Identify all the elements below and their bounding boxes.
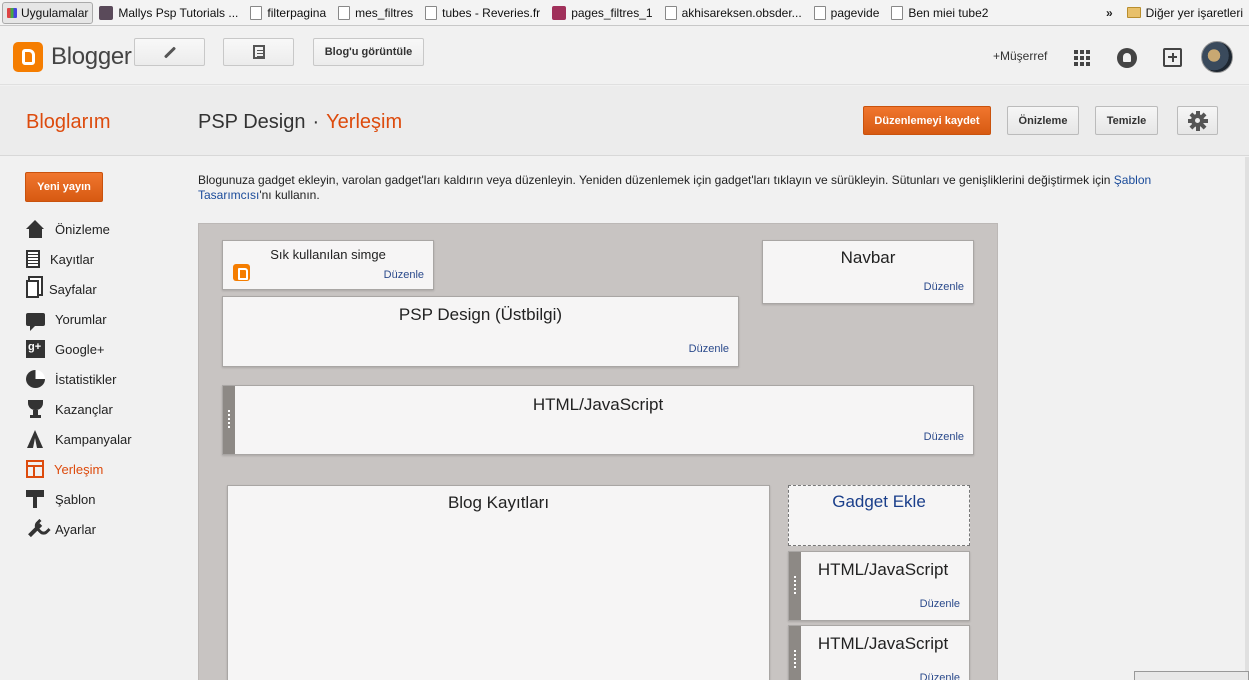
edit-link[interactable]: Düzenle [689,343,729,355]
bookmarks-bar: Uygulamalar Mallys Psp Tutorials ... fil… [0,0,1249,26]
sidebar-nav: Önizleme Kayıtlar Sayfalar Yorumlar Goog… [22,214,132,544]
gear-icon [1181,104,1214,137]
page-title: Yerleşim [326,111,403,133]
sidebar-item-campaigns[interactable]: Kampanyalar [26,424,132,454]
sidebar-item-template[interactable]: Şablon [26,484,132,514]
sidebar: Yeni yayın Önizleme Kayıtlar Sayfalar Yo… [0,157,185,680]
favicon-gadget[interactable]: Sık kullanılan simge Düzenle [222,240,434,290]
add-gadget-button[interactable]: Gadget Ekle [788,485,970,546]
bookmark-apps[interactable]: Uygulamalar [2,1,94,24]
template-icon [26,490,45,508]
apps-icon [7,7,17,18]
layout-icon [26,460,44,478]
comments-icon [26,312,45,331]
bookmark-item[interactable]: mes_filtres [332,2,419,24]
favicon-icon [552,5,567,20]
drag-handle[interactable] [223,386,235,454]
page-icon [250,5,263,20]
bookmark-item[interactable]: Mallys Psp Tutorials ... [93,2,244,24]
avatar[interactable] [1201,41,1233,73]
view-blog-button[interactable]: Blog'u görüntüle [313,38,424,66]
layout-instructions: Blogunuza gadget ekleyin, varolan gadget… [198,173,1152,202]
layout-canvas: Sık kullanılan simge Düzenle Navbar Düze… [198,223,998,680]
notifications-icon[interactable] [1117,48,1137,68]
html-javascript-gadget[interactable]: HTML/JavaScript Düzenle [222,385,974,455]
header-gadget[interactable]: PSP Design (Üstbilgi) Düzenle [222,296,739,367]
sidebar-item-overview[interactable]: Önizleme [26,214,132,244]
save-arrangement-button[interactable]: Düzenlemeyi kaydet [863,106,991,135]
user-profile-link[interactable]: +Müşerref [993,49,1047,63]
page-scrollbar[interactable] [1245,157,1249,680]
home-icon [26,220,45,238]
drag-handle[interactable] [789,552,801,620]
blogger-logo-icon[interactable] [13,42,43,72]
google-plus-icon [26,340,45,358]
campaign-icon [26,430,45,448]
posts-list-button[interactable] [223,38,294,66]
page-icon [891,5,904,20]
bookmark-item[interactable]: tubes - Reveries.fr [419,2,546,24]
sidebar-item-pages[interactable]: Sayfalar [26,274,132,304]
new-post-button[interactable]: Yeni yayın [25,172,103,202]
breadcrumb-separator: · [312,111,320,133]
bookmark-item[interactable]: filterpagina [244,2,332,24]
edit-link[interactable]: Düzenle [920,672,960,680]
page-icon [425,5,438,20]
page-icon [813,5,826,20]
html-javascript-gadget[interactable]: HTML/JavaScript Düzenle [788,551,970,621]
my-blogs-link[interactable]: Bloglarım [26,111,110,134]
wrench-icon [22,515,49,543]
clear-button[interactable]: Temizle [1095,106,1158,135]
bookmark-item[interactable]: pagevide [808,2,886,24]
share-plus-icon[interactable] [1163,48,1182,67]
blogger-topbar: Blogger Blog'u görüntüle +Müşerref [0,27,1249,85]
sidebar-item-comments[interactable]: Yorumlar [26,304,132,334]
bottom-panel-tab[interactable] [1134,671,1249,680]
sidebar-item-posts[interactable]: Kayıtlar [26,244,132,274]
pages-icon [26,280,39,298]
bookmarks-overflow-button[interactable]: » [1098,6,1121,20]
document-icon [252,45,265,59]
sidebar-item-earnings[interactable]: Kazançlar [26,394,132,424]
posts-icon [26,250,40,268]
favicon-icon [99,5,114,20]
settings-button[interactable] [1177,104,1218,137]
stats-icon [26,370,45,388]
drag-handle[interactable] [789,626,801,680]
preview-button[interactable]: Önizleme [1007,106,1079,135]
breadcrumb: PSP Design · Yerleşim [198,111,402,134]
other-bookmarks[interactable]: Diğer yer işaretleri [1121,2,1249,24]
sidebar-item-layout[interactable]: Yerleşim [26,454,132,484]
sidebar-item-settings[interactable]: Ayarlar [22,514,132,544]
blog-name[interactable]: PSP Design [198,111,305,133]
html-javascript-gadget[interactable]: HTML/JavaScript Düzenle [788,625,970,680]
bookmark-item[interactable]: Ben miei tube2 [885,2,994,24]
blogger-favicon-icon [233,264,250,281]
bookmark-item[interactable]: akhisareksen.obsder... [659,2,808,24]
folder-icon [1126,7,1141,18]
edit-link[interactable]: Düzenle [924,281,964,293]
edit-link[interactable]: Düzenle [384,269,424,281]
sidebar-item-google-plus[interactable]: Google+ [26,334,132,364]
blog-posts-gadget[interactable]: Blog Kayıtları [227,485,770,680]
pencil-icon [163,45,176,59]
apps-grid-icon[interactable] [1074,50,1090,66]
page-icon [664,5,677,20]
page-icon [338,5,351,20]
sidebar-item-stats[interactable]: İstatistikler [26,364,132,394]
edit-link[interactable]: Düzenle [920,598,960,610]
edit-link[interactable]: Düzenle [924,431,964,443]
new-post-pencil-button[interactable] [134,38,205,66]
trophy-icon [26,400,45,418]
navbar-gadget[interactable]: Navbar Düzenle [762,240,974,304]
bookmark-item[interactable]: pages_filtres_1 [546,2,658,24]
blogger-logo-text[interactable]: Blogger [51,43,132,71]
page-header: Bloglarım PSP Design · Yerleşim Düzenlemey… [0,86,1249,156]
